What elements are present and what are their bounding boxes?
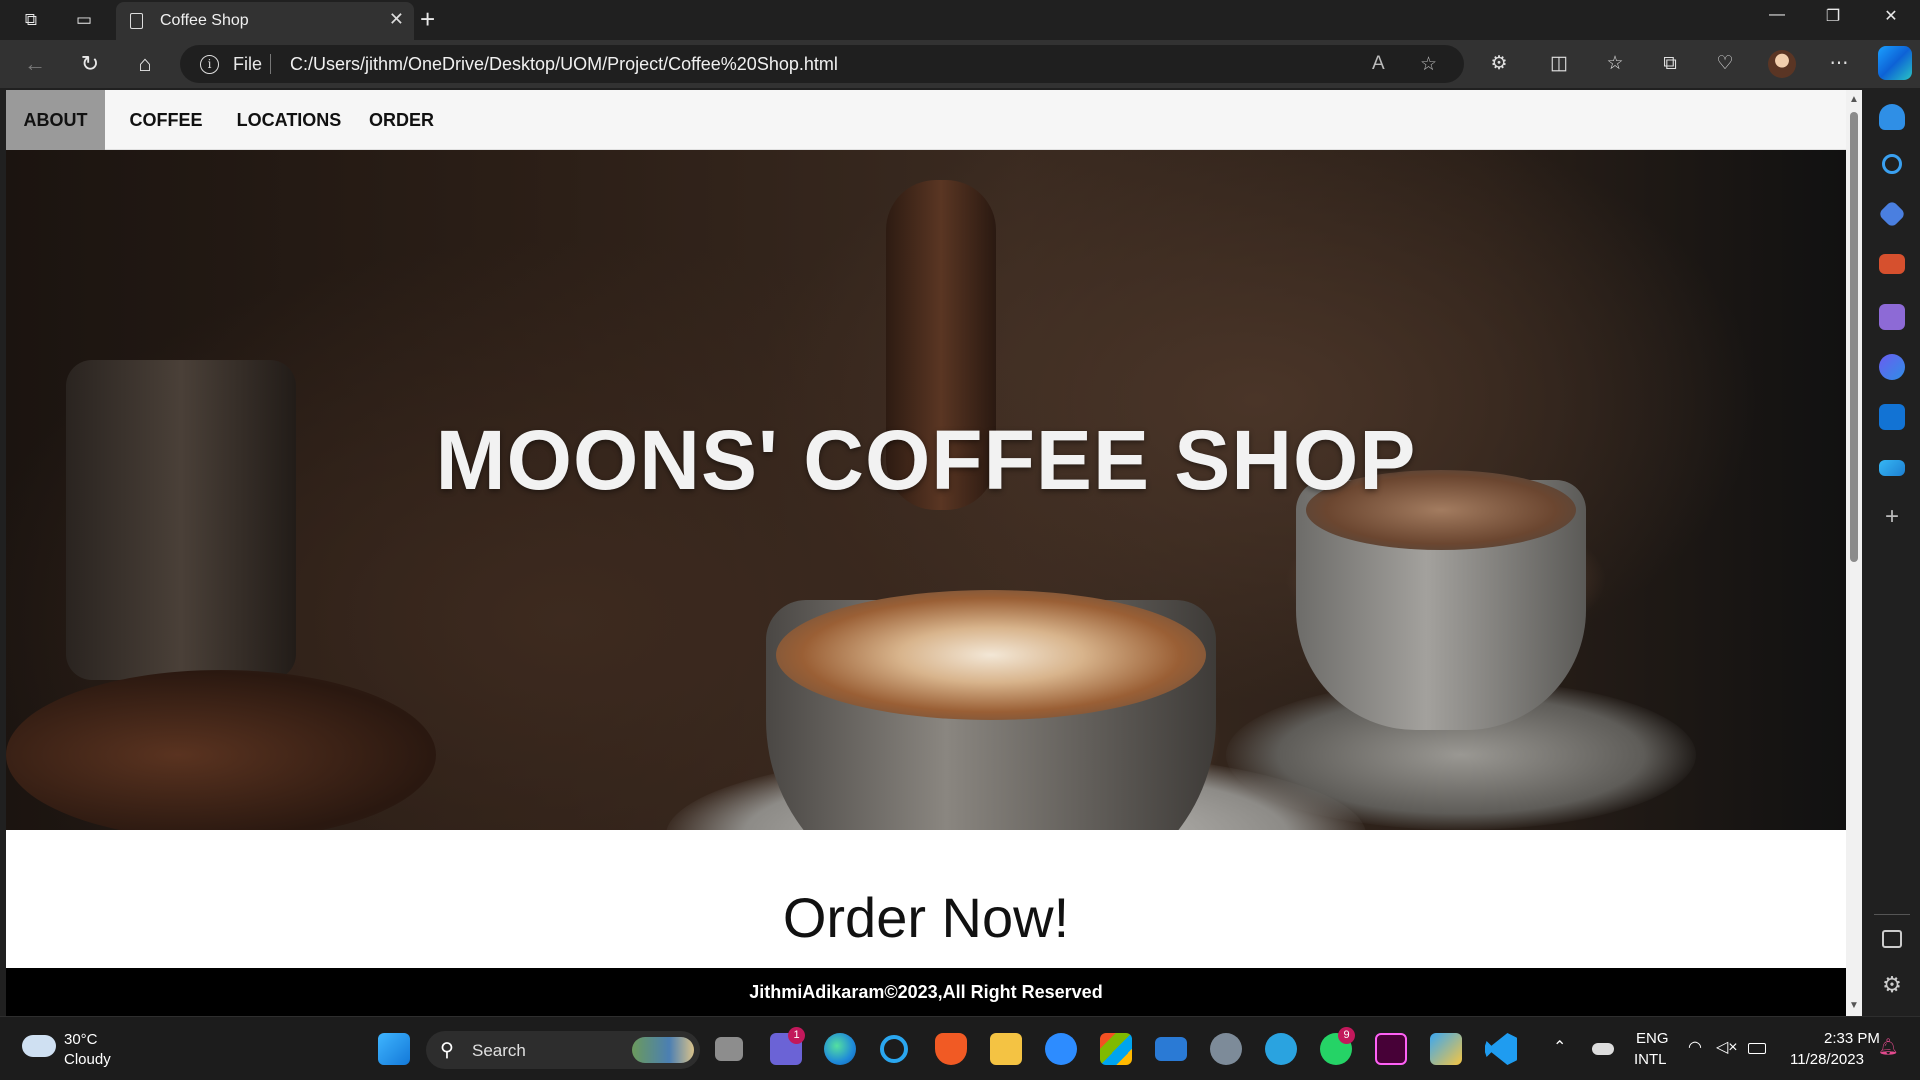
search-magnifier-icon: ⚲ (440, 1040, 454, 1061)
notifications-icon[interactable] (1879, 104, 1905, 130)
page-viewport: ABOUT COFFEE LOCATIONS ORDER MOONS' COFF… (6, 90, 1846, 1016)
search-icon[interactable] (1882, 154, 1902, 174)
order-now-heading[interactable]: Order Now! (6, 885, 1846, 950)
favorites-icon[interactable]: ☆ (1601, 51, 1629, 77)
back-icon[interactable]: ← (20, 50, 50, 78)
wifi-icon[interactable]: ◠ (1688, 1037, 1702, 1057)
address-bar[interactable]: i File C:/Users/jithm/OneDrive/Desktop/U… (180, 45, 1464, 83)
search-label: Search (472, 1041, 526, 1060)
browser-tab-bar: ⧉ ▭ Coffee Shop ✕ + — ❐ ✕ (0, 0, 1920, 40)
add-icon[interactable]: + (1879, 504, 1905, 530)
adobe-xd-icon[interactable] (1375, 1033, 1407, 1065)
browser-toolbar: ← ↻ ⌂ i File C:/Users/jithm/OneDrive/Des… (0, 40, 1920, 88)
hero-title: MOONS' COFFEE SHOP (435, 413, 1417, 507)
refresh-icon[interactable]: ↻ (75, 50, 105, 78)
vertical-tabs-icon[interactable]: ▭ (71, 8, 97, 32)
extensions-icon[interactable]: ⚙ (1485, 51, 1513, 77)
teams-badge: 1 (788, 1027, 805, 1044)
latte-art-image (776, 590, 1206, 720)
shopping-tag-icon[interactable] (1877, 199, 1907, 229)
page-scrollbar[interactable]: ▲ ▼ (1846, 90, 1862, 1016)
onedrive-cloud-icon[interactable] (1592, 1043, 1614, 1055)
site-footer: JithmiAdikaram©2023,All Right Reserved (6, 968, 1846, 1016)
close-window-icon[interactable]: ✕ (1868, 6, 1914, 26)
outlook-icon[interactable] (1879, 404, 1905, 430)
vscode-icon[interactable] (1485, 1033, 1517, 1065)
site-navigation: ABOUT COFFEE LOCATIONS ORDER (6, 90, 1846, 150)
browser-tab[interactable]: Coffee Shop ✕ (116, 2, 414, 40)
games-icon[interactable] (1879, 304, 1905, 330)
hide-sidebar-icon[interactable] (1882, 930, 1902, 948)
settings-icon[interactable] (1210, 1033, 1242, 1065)
edge-icon[interactable] (824, 1033, 856, 1065)
nav-locations[interactable]: LOCATIONS (227, 90, 351, 150)
browser-essentials-icon[interactable]: ♡ (1711, 51, 1739, 77)
tab-title: Coffee Shop (160, 12, 249, 29)
restore-icon[interactable]: ❐ (1810, 6, 1856, 26)
split-screen-icon[interactable]: ◫ (1545, 51, 1573, 77)
windows-taskbar: 30°C Cloudy ⚲ Search 1 9 ⌃ ENG INTL ◠ ◁×… (0, 1016, 1920, 1080)
hero-banner: MOONS' COFFEE SHOP (6, 150, 1846, 830)
nav-about[interactable]: ABOUT (6, 90, 105, 150)
scrollbar-thumb[interactable] (1850, 112, 1858, 562)
whatsapp-badge: 9 (1338, 1027, 1355, 1044)
toolbox-icon[interactable] (1879, 254, 1905, 274)
collections-icon[interactable]: ⧉ (1656, 51, 1684, 77)
profile-avatar[interactable] (1768, 50, 1796, 78)
address-divider (270, 54, 271, 74)
weather-condition[interactable]: Cloudy (64, 1051, 111, 1068)
url-text[interactable]: C:/Users/jithm/OneDrive/Desktop/UOM/Proj… (290, 54, 838, 75)
weather-temperature[interactable]: 30°C (64, 1031, 98, 1048)
cloud-icon[interactable] (22, 1035, 56, 1057)
address-scheme-label: File (233, 54, 263, 74)
cortana-icon[interactable] (880, 1035, 908, 1063)
favorite-star-icon[interactable]: ☆ (1420, 53, 1437, 76)
brave-icon[interactable] (935, 1033, 967, 1065)
notification-bell-icon[interactable]: 🔔︎ (1878, 1037, 1898, 1057)
read-aloud-icon[interactable]: A (1372, 53, 1385, 75)
language-line-2[interactable]: INTL (1634, 1051, 1667, 1068)
zoom-icon[interactable] (1045, 1033, 1077, 1065)
coffee-jar-image (66, 360, 296, 680)
minimize-icon[interactable]: — (1754, 6, 1800, 24)
close-tab-icon[interactable]: ✕ (389, 9, 404, 30)
clock-time[interactable]: 2:33 PM (1824, 1030, 1880, 1047)
search-highlight-art (632, 1037, 694, 1063)
show-hidden-icons-chevron-icon[interactable]: ⌃ (1553, 1037, 1566, 1057)
windows-start-icon[interactable] (378, 1033, 410, 1065)
workspaces-icon[interactable]: ⧉ (18, 8, 44, 32)
new-tab-icon[interactable]: + (420, 4, 435, 35)
copilot-icon[interactable] (1878, 46, 1912, 80)
volume-muted-icon[interactable]: ◁× (1716, 1037, 1738, 1057)
task-view-icon[interactable] (715, 1037, 743, 1061)
paint-icon[interactable] (1430, 1033, 1462, 1065)
settings-gear-icon[interactable]: ⚙ (1879, 972, 1905, 998)
edge-sidebar: + ⚙ (1864, 88, 1920, 1016)
nav-order[interactable]: ORDER (351, 90, 452, 150)
taskbar-search[interactable]: ⚲ Search (426, 1031, 700, 1069)
send-icon[interactable] (1879, 460, 1905, 476)
scroll-up-icon[interactable]: ▲ (1849, 94, 1859, 105)
file-explorer-icon[interactable] (990, 1033, 1022, 1065)
sidebar-divider (1874, 914, 1910, 915)
clock-date[interactable]: 11/28/2023 (1790, 1051, 1864, 1068)
coffee-beans-image (6, 670, 436, 830)
microsoft-store-icon[interactable] (1100, 1033, 1132, 1065)
nav-coffee[interactable]: COFFEE (105, 90, 227, 150)
language-line-1[interactable]: ENG (1636, 1030, 1669, 1047)
site-info-icon[interactable]: i (200, 55, 219, 74)
battery-icon[interactable] (1748, 1043, 1766, 1054)
page-icon (130, 13, 143, 29)
home-icon[interactable]: ⌂ (130, 50, 160, 78)
mail-icon[interactable] (1155, 1037, 1187, 1061)
copilot-bing-icon[interactable] (1879, 354, 1905, 380)
telegram-icon[interactable] (1265, 1033, 1297, 1065)
scroll-down-icon[interactable]: ▼ (1849, 1000, 1859, 1011)
more-options-icon[interactable]: ⋯ (1825, 51, 1853, 77)
